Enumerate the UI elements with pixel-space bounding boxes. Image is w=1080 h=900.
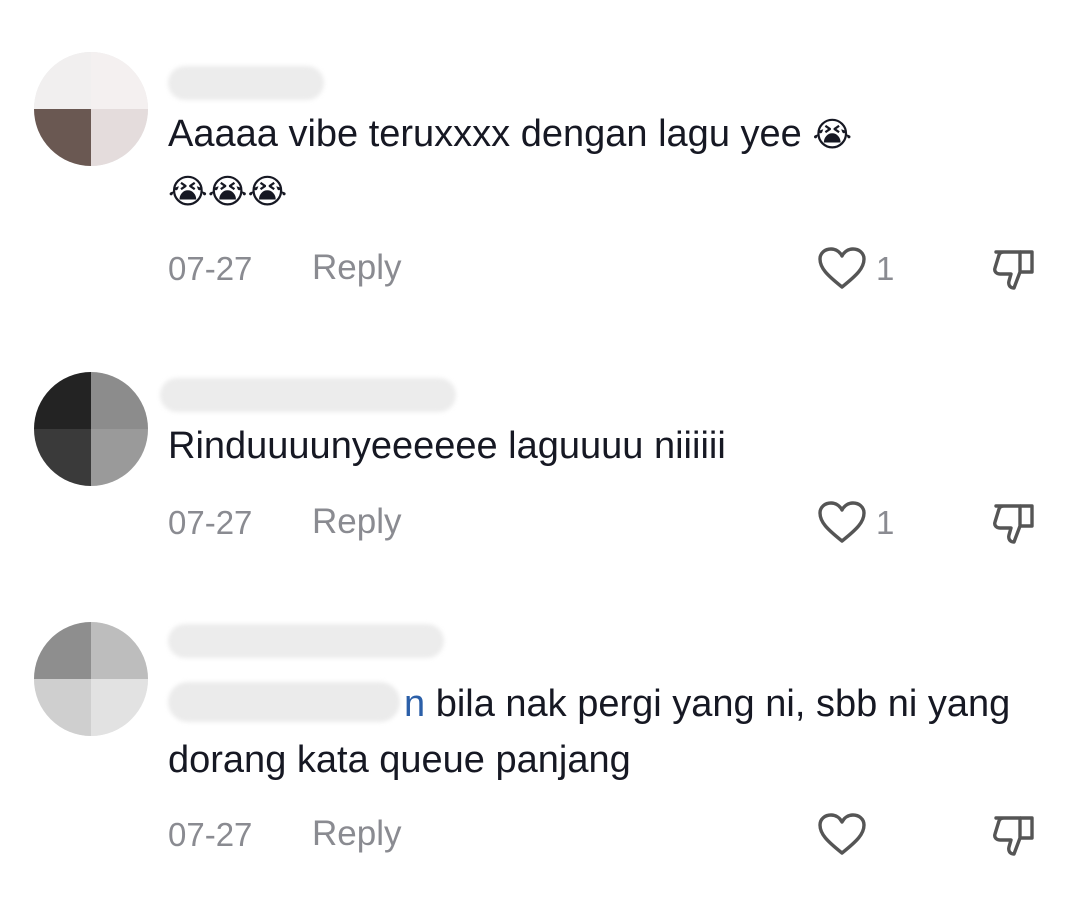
thumbs-down-icon[interactable] [990, 810, 1040, 860]
mention-link[interactable]: n [168, 682, 425, 725]
like-count: 1 [876, 250, 895, 287]
comment-date: 07-27 [168, 504, 253, 541]
comment-date: 07-27 [168, 816, 253, 853]
reply-button[interactable]: Reply [312, 248, 401, 288]
heart-outline-icon[interactable] [817, 247, 867, 291]
comment-text: Aaaaa vibe teruxxxx dengan lagu yee 😭 😭😭… [168, 113, 853, 212]
avatar[interactable] [34, 52, 148, 166]
username-redacted[interactable] [168, 624, 444, 658]
avatar[interactable] [34, 622, 148, 736]
reply-button[interactable]: Reply [312, 502, 401, 542]
crying-emoji-group: 😭😭😭 [168, 172, 288, 212]
thumbs-down-icon[interactable] [990, 498, 1040, 548]
crying-emoji: 😭 [812, 115, 853, 155]
comment-text: n bila nak pergi yang ni, sbb ni yang do… [168, 682, 1011, 781]
username-redacted[interactable] [168, 66, 324, 100]
heart-outline-icon[interactable] [817, 813, 867, 857]
like-count: 1 [876, 504, 895, 541]
thumbs-down-icon[interactable] [990, 244, 1040, 294]
reply-button[interactable]: Reply [312, 814, 401, 854]
avatar[interactable] [34, 372, 148, 486]
comment-date: 07-27 [168, 250, 253, 287]
mention-redacted [168, 682, 400, 722]
comment-text: Rinduuuunyeeeeee laguuuu niiiiii [168, 425, 726, 467]
username-redacted[interactable] [160, 378, 456, 412]
heart-outline-icon[interactable] [817, 501, 867, 545]
